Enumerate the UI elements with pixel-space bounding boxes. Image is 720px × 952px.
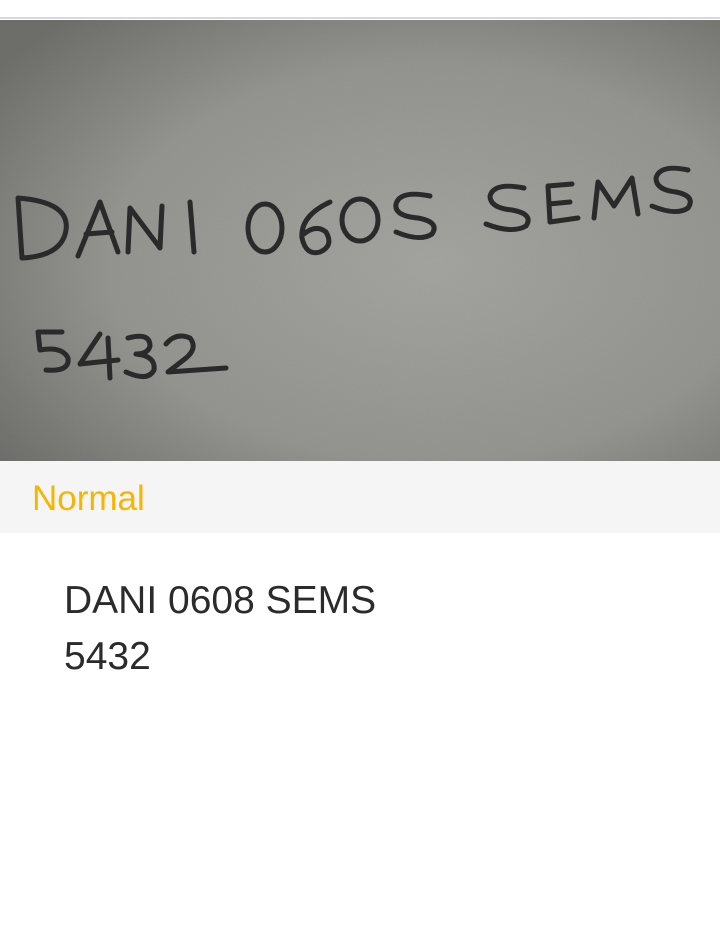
mode-bar: Normal [0,461,720,533]
ocr-result-screen: Normal DANI 0608 SEMS 5432 [0,0,720,952]
recognized-line-1: DANI 0608 SEMS [64,579,377,622]
top-divider [0,0,720,19]
mode-normal-tab[interactable]: Normal [32,479,145,519]
recognized-text: DANI 0608 SEMS 5432 [64,573,684,685]
recognized-line-2: 5432 [64,635,151,678]
captured-photo [0,20,720,461]
